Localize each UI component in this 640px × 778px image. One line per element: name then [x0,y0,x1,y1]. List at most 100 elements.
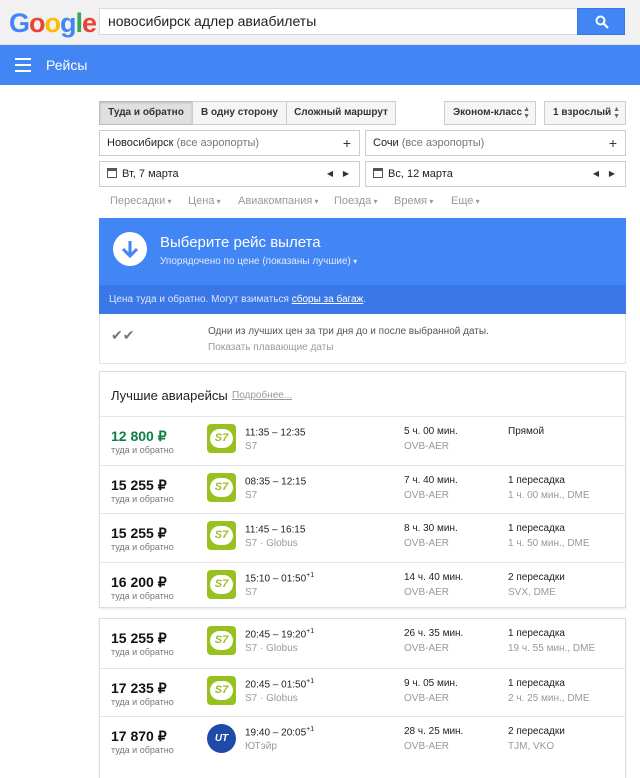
return-date-field[interactable]: Вс, 12 марта ◀ ▶ [365,161,626,187]
flight-row[interactable]: 16 200 ₽ туда и обратно S7 15:10 – 01:50+1 S… [100,561,625,610]
airline-name: ЮТэйр [245,741,277,752]
airline-logo-text: S7 [210,631,233,650]
flexible-dates-notice: ✔✔ Одни из лучших цен за три дня до и по… [99,314,626,364]
flight-stops-detail: 2 ч. 25 мин., DME [508,692,590,704]
flight-row[interactable]: 17 870 ₽ туда и обратно UT 19:40 – 20:05+1 Ю… [100,716,625,764]
next-date-icon[interactable]: ▶ [609,162,615,186]
destination-hint: (все аэропорты) [401,137,485,149]
flight-price: 15 255 ₽ [111,630,167,646]
flight-duration: 7 ч. 40 мин. [404,474,458,486]
page-title: Рейсы [46,57,88,73]
flight-stops-detail: 19 ч. 55 мин., DME [508,643,596,654]
s7-airline-logo: S7 [207,472,236,502]
filter-time[interactable]: Время [394,195,433,207]
flight-price: 12 800 ₽ [111,428,167,444]
other-flights-card: 15 255 ₽ туда и обратно S7 20:45 – 19:20+1 S… [99,618,626,778]
flight-time-range: 15:10 – 01:50 [245,572,307,584]
flight-times: 19:40 – 20:05+1 [245,726,314,738]
flight-route: OVB-AER [404,586,450,598]
search-input[interactable]: новосибирск адлер авиабилеты [99,8,577,35]
flight-stops-detail: 1 ч. 50 мин., DME [508,538,590,549]
flight-price: 16 200 ₽ [111,573,167,590]
flight-route: OVB-AER [404,692,450,704]
utair-airline-logo: UT [207,724,236,753]
filter-more[interactable]: Еще [451,195,480,207]
flight-route: OVB-AER [404,489,450,501]
price-type: туда и обратно [111,445,174,455]
filter-trains[interactable]: Поезда [334,195,378,207]
prev-date-icon[interactable]: ◀ [593,162,599,186]
destination-field[interactable]: Сочи (все аэропорты) + [365,130,626,156]
flight-route: OVB-AER [404,441,450,452]
updown-arrow-icon: ▲ ▼ [523,106,530,120]
logo-letter: g [60,8,76,38]
s7-airline-logo: S7 [207,675,236,705]
price-note-text: Цена туда и обратно. Могут взиматься [109,294,292,305]
flight-duration: 5 ч. 00 мин. [404,426,458,437]
price-type: туда и обратно [111,647,174,657]
flight-time-range: 11:45 – 16:15 [245,524,306,536]
flight-times: 08:35 – 12:15 [245,475,306,487]
airline-name: S7 [245,586,258,598]
flight-row[interactable]: 15 255 ₽ туда и обратно S7 20:45 – 19:20+1 S… [100,619,625,667]
menu-icon[interactable] [15,58,31,72]
flight-stops: 2 пересадки [508,726,565,737]
s7-airline-logo: S7 [207,626,236,655]
add-destination-icon[interactable]: + [609,131,617,155]
flight-price: 15 255 ₽ [111,525,167,541]
logo-letter: e [82,8,97,38]
filter-price[interactable]: Цена [188,195,221,207]
logo-letter: G [9,8,30,38]
show-flexible-dates-link[interactable]: Показать плавающие даты [208,342,333,353]
next-date-icon[interactable]: ▶ [343,162,349,186]
next-day-marker: +1 [306,677,315,685]
origin-city: Новосибирск [107,137,174,149]
airline-logo-text: S7 [210,574,233,594]
flight-time-range: 20:45 – 19:20 [245,629,307,641]
search-button[interactable] [577,8,625,35]
flight-row[interactable]: 17 235 ₽ туда и обратно S7 20:45 – 01:50+1 S… [100,667,625,716]
prev-date-icon[interactable]: ◀ [327,162,333,186]
flight-price: 17 235 ₽ [111,679,167,696]
origin-field[interactable]: Новосибирск (все аэропорты) + [99,130,360,156]
flight-row[interactable]: 15 255 ₽ туда и обратно S7 11:45 – 16:15 S7 … [100,513,625,561]
flight-price: 15 255 ₽ [111,476,167,493]
cabin-select[interactable]: Эконом-класс ▲ ▼ [444,101,536,125]
price-note-end: . [363,294,366,305]
flight-stops-detail: SVX, DME [508,586,556,598]
baggage-fees-link[interactable]: сборы за багаж [292,294,363,305]
filter-stops[interactable]: Пересадки [110,195,172,207]
airline-name: S7 · Globus [245,643,298,654]
best-flights-card: Лучшие авиарейсы Подробнее... 12 800 ₽ ту… [99,371,626,608]
calendar-icon [107,168,117,178]
flight-stops: 2 пересадки [508,571,565,583]
flight-row[interactable]: 15 255 ₽ туда и обратно S7 08:35 – 12:15 S7 7… [100,464,625,513]
flight-row[interactable]: 12 800 ₽ туда и обратно S7 11:35 – 12:35 S7 5… [100,416,625,464]
trip-type-roundtrip[interactable]: Туда и обратно [99,101,193,125]
arrow-down-circle-icon [113,232,147,266]
trip-type-multicity[interactable]: Сложный маршрут [286,101,396,125]
sort-order-dropdown[interactable]: Упорядочено по цене (показаны лучшие) [160,256,357,267]
flight-stops: 1 пересадка [508,474,565,486]
next-day-marker: +1 [306,571,315,579]
calendar-icon [373,168,383,178]
flight-times: 20:45 – 19:20+1 [245,628,314,640]
flight-stops: 1 пересадка [508,628,565,639]
more-info-link[interactable]: Подробнее... [232,390,292,401]
next-day-marker: +1 [306,726,315,733]
airline-name: S7 · Globus [245,538,298,549]
logo-letter: o [44,8,61,38]
add-origin-icon[interactable]: + [343,131,351,155]
google-logo[interactable]: Google [9,8,97,39]
price-type: туда и обратно [111,696,174,707]
search-icon [595,15,609,29]
flight-stops: 1 пересадка [508,523,565,534]
filter-airline[interactable]: Авиакомпания [238,195,319,207]
depart-date-field[interactable]: Вт, 7 марта ◀ ▶ [99,161,360,187]
passengers-select[interactable]: 1 взрослый ▲ ▼ [544,101,626,125]
airline-name: S7 [245,441,258,452]
airline-name: S7 · Globus [245,692,298,704]
trip-type-oneway[interactable]: В одну сторону [192,101,287,125]
s7-airline-logo: S7 [207,424,236,453]
s7-airline-logo: S7 [207,521,236,550]
